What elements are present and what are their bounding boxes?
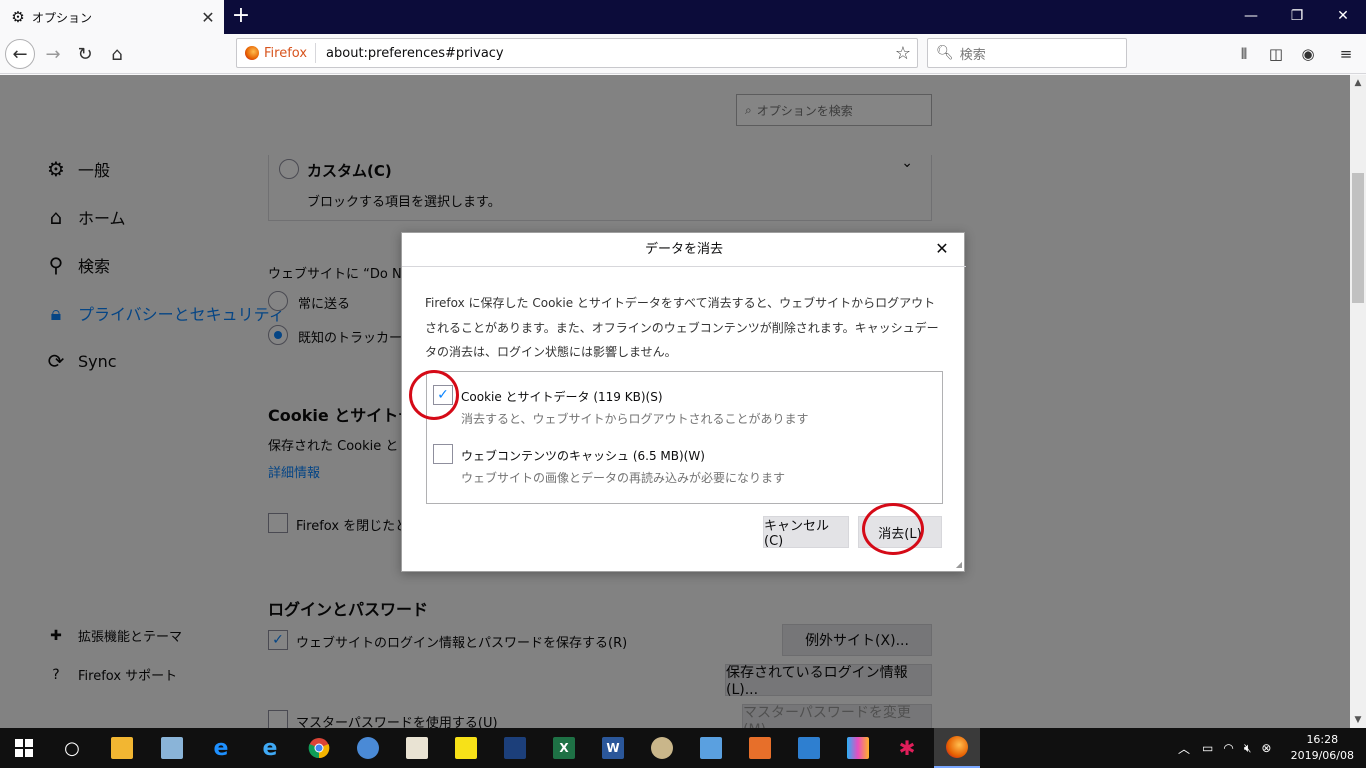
restore-button[interactable]: ❐ bbox=[1274, 0, 1320, 32]
search-bar[interactable]: 🔍︎ 検索 bbox=[927, 38, 1127, 68]
monitor-icon[interactable] bbox=[793, 732, 825, 764]
dialog-close-icon[interactable]: ✕ bbox=[932, 239, 952, 259]
resize-grip-icon[interactable]: ◢ bbox=[956, 560, 962, 569]
word-icon[interactable]: W bbox=[597, 732, 629, 764]
window-close-button[interactable]: ✕ bbox=[1320, 0, 1366, 32]
internet-explorer-icon[interactable]: e bbox=[254, 732, 286, 764]
close-tab-icon[interactable]: ✕ bbox=[198, 8, 218, 27]
firefox-taskbar-icon[interactable] bbox=[934, 728, 980, 768]
gradient-app-icon[interactable] bbox=[842, 732, 874, 764]
wifi-icon[interactable]: ◠ bbox=[1223, 741, 1233, 755]
cortana-icon[interactable]: ○ bbox=[56, 732, 88, 764]
chevron-up-icon[interactable]: ︿ bbox=[1178, 740, 1190, 757]
new-tab-button[interactable]: + bbox=[228, 4, 254, 30]
scroll-up-icon[interactable]: ▲ bbox=[1350, 75, 1366, 91]
toolbox-icon[interactable] bbox=[744, 732, 776, 764]
clock[interactable]: 16:28 2019/06/08 bbox=[1291, 732, 1354, 764]
cache-checkbox[interactable] bbox=[433, 444, 453, 464]
scroll-thumb[interactable] bbox=[1352, 173, 1364, 303]
forward-icon[interactable]: → bbox=[38, 39, 68, 69]
dialog-title: データを消去 bbox=[402, 233, 966, 267]
account-icon[interactable]: ◉ bbox=[1296, 42, 1320, 66]
app-blue-icon[interactable] bbox=[499, 732, 531, 764]
firefox-logo-icon bbox=[245, 46, 259, 60]
excel-icon[interactable]: X bbox=[548, 732, 580, 764]
remote-desktop-icon[interactable] bbox=[695, 732, 727, 764]
identity-box[interactable]: Firefox bbox=[237, 43, 317, 63]
taskbar: ○ e e X W ✱ ︿ ▭ ◠ 🔇︎ ⊗ 16:28 2019/06/08 bbox=[0, 728, 1366, 768]
bookmark-star-icon[interactable]: ☆ bbox=[889, 43, 917, 64]
cookies-sub: 消去すると、ウェブサイトからログアウトされることがあります bbox=[461, 412, 809, 426]
scroll-down-icon[interactable]: ▼ bbox=[1350, 712, 1366, 728]
windows-start-icon[interactable] bbox=[8, 732, 40, 764]
file-explorer-icon[interactable] bbox=[106, 732, 138, 764]
home-icon[interactable]: ⌂ bbox=[102, 39, 132, 69]
palette-icon[interactable] bbox=[646, 732, 678, 764]
network-globe-icon[interactable] bbox=[352, 732, 384, 764]
cookies-label: Cookie とサイトデータ (119 KB)(S) bbox=[461, 390, 663, 404]
edge-icon[interactable]: e bbox=[205, 732, 237, 764]
back-icon[interactable]: ← bbox=[5, 39, 35, 69]
library-icon[interactable]: ⫴ bbox=[1232, 42, 1256, 66]
identity-label: Firefox bbox=[264, 45, 308, 61]
sticky-notes-icon[interactable] bbox=[450, 732, 482, 764]
slack-icon[interactable]: ✱ bbox=[891, 732, 923, 764]
system-tray: ︿ ▭ ◠ 🔇︎ ⊗ bbox=[1178, 728, 1271, 768]
tab-options[interactable]: ⚙ オプション ✕ bbox=[0, 0, 224, 34]
clock-time: 16:28 bbox=[1306, 733, 1339, 746]
tab-strip: ⚙ オプション ✕ + — ❐ ✕ bbox=[0, 0, 1366, 34]
minimize-button[interactable]: — bbox=[1228, 0, 1274, 32]
url-bar[interactable]: Firefox about:preferences#privacy ☆ bbox=[236, 38, 918, 68]
url-text[interactable]: about:preferences#privacy bbox=[316, 46, 889, 61]
notepad-icon[interactable] bbox=[156, 732, 188, 764]
chrome-icon[interactable] bbox=[303, 732, 335, 764]
cache-sub: ウェブサイトの画像とデータの再読み込みが必要になります bbox=[461, 471, 786, 485]
tab-title: オプション bbox=[32, 10, 93, 25]
data-options-list: ✓ Cookie とサイトデータ (119 KB)(S) 消去すると、ウェブサイ… bbox=[426, 371, 943, 504]
battery-icon[interactable]: ▭ bbox=[1202, 741, 1213, 755]
sidebar-icon[interactable]: ◫ bbox=[1264, 42, 1288, 66]
clock-date: 2019/06/08 bbox=[1290, 749, 1354, 762]
menu-icon[interactable]: ≡ bbox=[1334, 42, 1358, 66]
notification-off-icon[interactable]: ⊗ bbox=[1261, 741, 1271, 755]
dialog-description: Firefox に保存した Cookie とサイトデータをすべて消去すると、ウェ… bbox=[425, 296, 939, 359]
navigation-toolbar: ← → ↻ ⌂ Firefox about:preferences#privac… bbox=[0, 34, 1366, 74]
volume-mute-icon[interactable]: 🔇︎ bbox=[1244, 741, 1252, 756]
page-scrollbar[interactable]: ▲ ▼ bbox=[1350, 75, 1366, 728]
search-placeholder: 検索 bbox=[959, 47, 986, 63]
annotation-circle-checkbox bbox=[409, 370, 459, 420]
gear-icon: ⚙ bbox=[11, 8, 25, 26]
cancel-button[interactable]: キャンセル(C) bbox=[763, 516, 849, 549]
annotation-circle-clear bbox=[862, 503, 924, 555]
reload-icon[interactable]: ↻ bbox=[70, 39, 100, 69]
search-icon: 🔍︎ bbox=[936, 45, 954, 61]
cache-label: ウェブコンテンツのキャッシュ (6.5 MB)(W) bbox=[461, 449, 705, 463]
paint-icon[interactable] bbox=[401, 732, 433, 764]
